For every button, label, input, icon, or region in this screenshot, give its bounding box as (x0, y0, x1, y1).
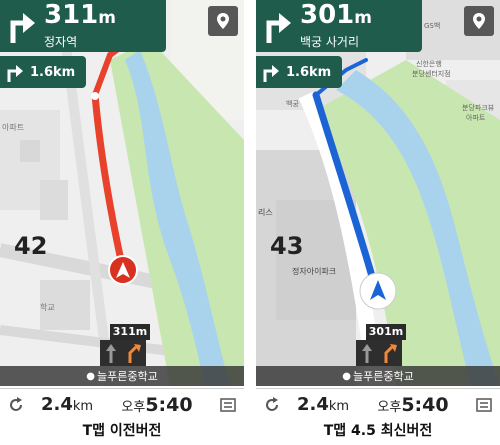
arrival-time: 오후5:40 (377, 393, 449, 416)
destination-name: 늘푸른중학교 (97, 370, 158, 383)
next-turn-distance: 1.6km (286, 64, 332, 80)
caption-new-version: T맵 4.5 최신버전 (323, 423, 433, 439)
next-turn-distance: 1.6km (30, 64, 76, 80)
turn-place-name: 백궁 사거리 (300, 35, 360, 49)
turn-instruction-card: 301m 백궁 사거리 (256, 0, 422, 52)
lane-guidance (100, 340, 146, 366)
menu-button[interactable] (212, 397, 244, 412)
destination-name: 늘푸른중학교 (353, 370, 414, 383)
svg-text:백궁: 백궁 (286, 99, 299, 108)
svg-text:아파트: 아파트 (2, 122, 24, 132)
svg-text:정자아이파크: 정자아이파크 (292, 266, 336, 276)
remaining-distance-tag: 301m (366, 324, 406, 340)
map-pin-icon (473, 13, 485, 29)
old-version-screen: 아파트 학교 311m 정자역 1.6km 42 311m ● 늘푸른중학교 (0, 0, 244, 386)
route-summary-bar: 2.4km 오후5:40 (0, 388, 244, 420)
lane-right-icon (128, 344, 141, 363)
caption-old-version: T맵 이전버전 (82, 423, 162, 439)
turn-distance: 311m (44, 0, 116, 30)
lane-guidance (356, 340, 402, 366)
svg-text:신한은행: 신한은행 (416, 59, 442, 68)
remaining-distance: 2.4km (296, 394, 350, 415)
map-pin-button[interactable] (208, 6, 238, 36)
next-turn-card: 1.6km (256, 56, 342, 88)
svg-text:분당센터지점: 분당센터지점 (412, 69, 451, 78)
destination-strip: ● 늘푸른중학교 (0, 366, 244, 386)
lane-straight-icon (106, 344, 116, 363)
menu-button[interactable] (468, 397, 500, 412)
remaining-distance-tag: 311m (110, 324, 150, 340)
turn-right-arrow-icon (0, 0, 44, 52)
list-menu-icon (476, 397, 492, 412)
new-version-screen: GS백 신한은행 분당센터지점 분당파크뷰 아파트 백궁 정자아이파크 리스 3… (256, 0, 500, 386)
map-pin-button[interactable] (464, 6, 494, 36)
turn-distance: 301m (300, 0, 372, 30)
current-speed: 42 (14, 232, 48, 260)
turn-instruction-card: 311m 정자역 (0, 0, 166, 52)
refresh-icon (266, 396, 278, 411)
reroute-button[interactable] (0, 396, 32, 413)
destination-pin-icon: ● (342, 370, 351, 382)
next-turn-right-icon (0, 62, 30, 82)
svg-text:분당파크뷰: 분당파크뷰 (462, 103, 495, 112)
list-menu-icon (220, 397, 236, 412)
lane-straight-icon (362, 344, 372, 363)
lane-right-icon (384, 344, 397, 363)
remaining-distance: 2.4km (40, 394, 94, 415)
turn-place-name: 정자역 (44, 35, 78, 49)
current-speed: 43 (270, 232, 304, 260)
destination-strip: ● 늘푸른중학교 (256, 366, 500, 386)
refresh-icon (10, 396, 22, 411)
next-turn-card: 1.6km (0, 56, 86, 88)
next-turn-right-icon (256, 62, 286, 82)
svg-text:아파트: 아파트 (466, 113, 486, 122)
svg-text:학교: 학교 (40, 302, 55, 312)
map-pin-icon (217, 13, 229, 29)
destination-pin-icon: ● (86, 370, 95, 382)
route-summary-bar: 2.4km 오후5:40 (256, 388, 500, 420)
svg-text:리스: 리스 (258, 208, 273, 217)
arrival-time: 오후5:40 (121, 393, 193, 416)
svg-text:GS백: GS백 (424, 21, 440, 30)
turn-right-arrow-icon (256, 0, 300, 52)
reroute-button[interactable] (256, 396, 288, 413)
